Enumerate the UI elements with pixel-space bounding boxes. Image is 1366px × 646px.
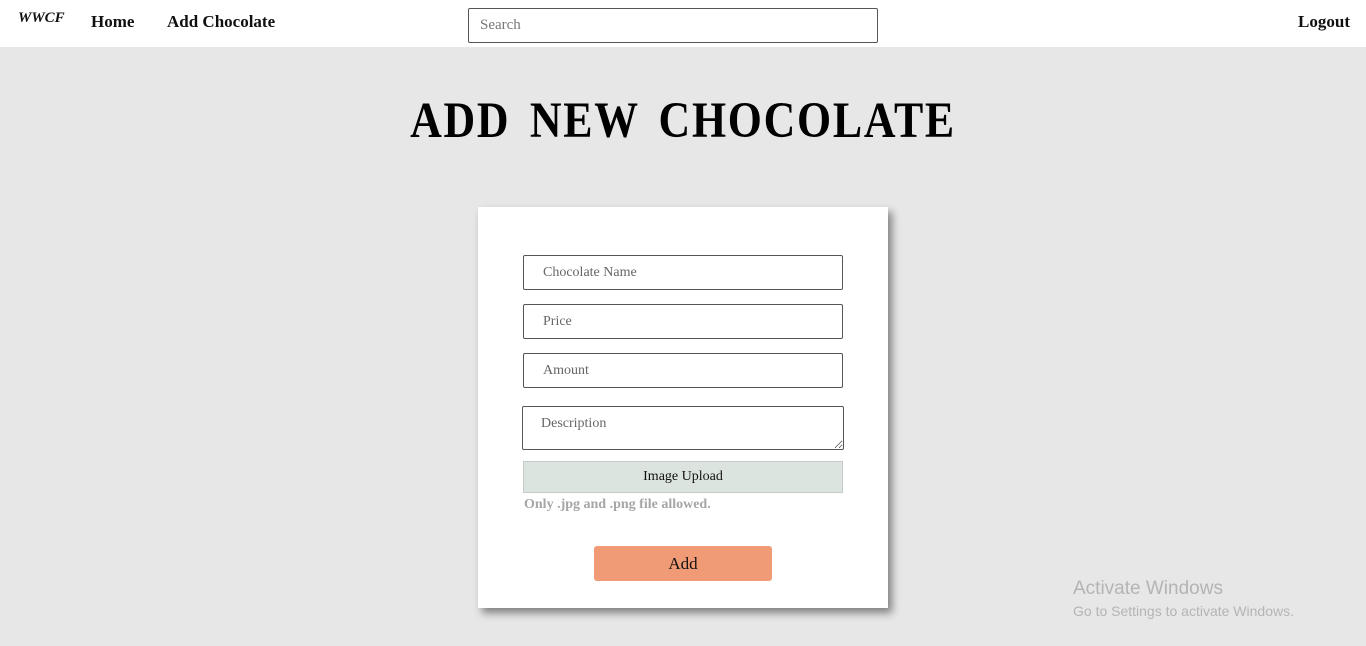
image-upload-button[interactable]: Image Upload [523, 461, 843, 493]
amount-field[interactable] [523, 353, 843, 388]
logout-link[interactable]: Logout [1298, 12, 1350, 32]
top-navbar: WWCF Home Add Chocolate Logout [0, 0, 1366, 47]
upload-hint: Only .jpg and .png file allowed. [524, 497, 711, 512]
image-upload-label: Image Upload [643, 469, 723, 484]
price-field[interactable] [523, 304, 843, 339]
chocolate-name-field[interactable] [523, 255, 843, 290]
nav-home-link[interactable]: Home [91, 12, 134, 32]
add-chocolate-form: Image Upload Only .jpg and .png file all… [478, 207, 888, 608]
brand-logo[interactable]: WWCF [18, 10, 65, 27]
activation-watermark: Activate Windows Go to Settings to activ… [1073, 578, 1294, 622]
watermark-title: Activate Windows [1073, 578, 1223, 599]
nav-add-chocolate-link[interactable]: Add Chocolate [167, 12, 275, 32]
watermark-subtitle: Go to Settings to activate Windows. [1073, 603, 1294, 619]
page-title: ADD NEW CHOCOLATE [410, 93, 956, 149]
add-button[interactable]: Add [594, 546, 772, 581]
description-field[interactable] [522, 406, 844, 450]
search-input[interactable] [468, 8, 878, 43]
